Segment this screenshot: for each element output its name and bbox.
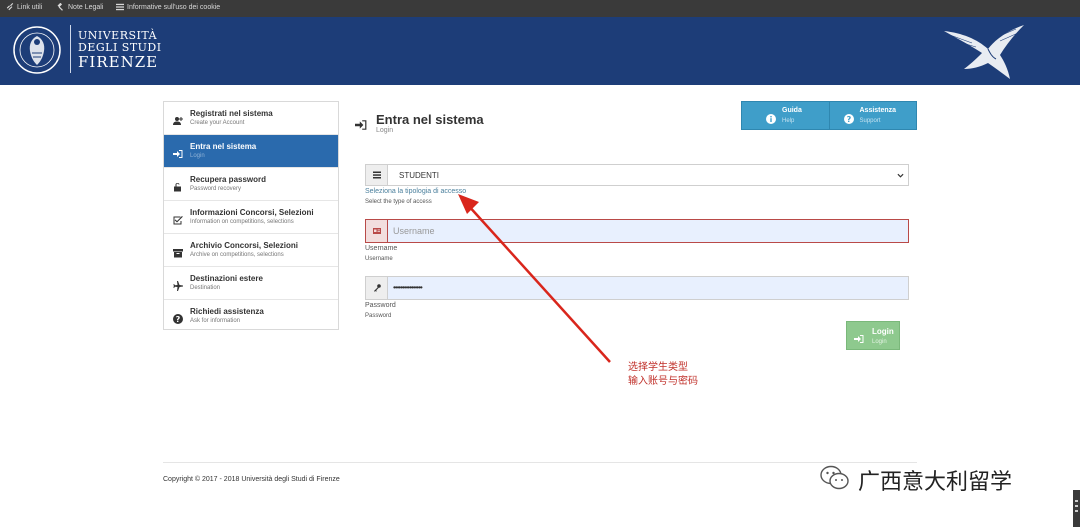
sidebar-item-competitions-info[interactable]: Informazioni Concorsi, Selezioni Informa… — [164, 201, 338, 234]
question-circle-icon: ? — [173, 311, 183, 324]
checkbox-icon — [173, 212, 183, 225]
handle-dot — [1075, 500, 1078, 502]
sidebar-item-login[interactable]: Entra nel sistema Login — [164, 135, 338, 168]
cookie-info-label: Informative sull'uso dei cookie — [127, 3, 221, 11]
access-type-value: STUDENTI — [399, 171, 439, 180]
sign-in-icon — [854, 331, 864, 343]
username-label: Username — [365, 245, 398, 252]
page-title: Entra nel sistema — [376, 112, 484, 127]
university-name[interactable]: UNIVERSITÀ DEGLI STUDI FIRENZE — [78, 30, 162, 70]
note-legali-label: Note Legali — [68, 3, 104, 11]
sign-in-icon — [173, 146, 183, 158]
login-button[interactable]: Login Login — [846, 321, 900, 350]
link-note-legali[interactable]: Note Legali — [57, 3, 103, 11]
assistenza-button[interactable]: ? Assistenza Support — [828, 102, 917, 129]
access-type-hint-en: Select the type of access — [365, 199, 432, 205]
link-utili[interactable]: Link utili — [6, 3, 42, 11]
guida-button[interactable]: Guida Help — [742, 102, 829, 129]
sidebar-item-title: Entra nel sistema — [190, 142, 257, 151]
university-name-line2: DEGLI STUDI — [78, 41, 162, 54]
info-circle-icon — [766, 111, 776, 124]
sidebar-item-title: Destinazioni estere — [190, 274, 263, 283]
username-label-en: Username — [365, 256, 393, 262]
wechat-icon — [820, 465, 849, 490]
guida-sublabel: Help — [782, 118, 795, 124]
sidebar-item-title: Registrati nel sistema — [190, 109, 273, 118]
handle-dot — [1075, 505, 1078, 507]
link-icon — [6, 3, 14, 11]
svg-text:?: ? — [176, 315, 181, 324]
username-field[interactable]: Username — [365, 219, 909, 243]
handle-dot — [1075, 510, 1078, 512]
sidebar-item-destinations[interactable]: Destinazioni estere Destination — [164, 267, 338, 300]
username-addon — [366, 220, 388, 242]
sidebar-item-assistance[interactable]: ? Richiedi assistenza Ask for informatio… — [164, 300, 338, 333]
key-icon — [373, 284, 381, 292]
sidebar-item-register[interactable]: Registrati nel sistema Create your Accou… — [164, 102, 338, 135]
annotation-text-line1: 选择学生类型 — [628, 362, 688, 373]
svg-text:?: ? — [846, 115, 851, 124]
sidebar-item-subtitle: Information on competitions, selections — [190, 219, 294, 225]
sidebar-item-subtitle: Login — [190, 153, 205, 159]
university-name-line3: FIRENZE — [78, 53, 159, 71]
login-button-label: Login — [872, 327, 894, 336]
sidebar-item-subtitle: Destination — [190, 285, 221, 291]
password-label-en: Password — [365, 313, 392, 319]
top-utility-bar: Link utili Note Legali Informative sull'… — [0, 0, 1080, 17]
password-field[interactable]: •••••••••••••••• — [365, 276, 909, 300]
page-subtitle: Login — [376, 127, 394, 134]
password-label: Password — [365, 302, 396, 309]
university-name-line1: UNIVERSITÀ — [78, 29, 158, 42]
sidebar-item-title: Informazioni Concorsi, Selezioni — [190, 208, 314, 217]
sidebar-item-title: Richiedi assistenza — [190, 307, 264, 316]
username-placeholder: Username — [393, 226, 435, 236]
sidebar-item-subtitle: Create your Account — [190, 120, 245, 126]
select-addon — [366, 165, 388, 185]
annotation-arrow — [458, 194, 611, 363]
user-plus-icon — [173, 113, 183, 125]
link-cookie-info[interactable]: Informative sull'uso dei cookie — [116, 3, 220, 11]
sign-in-icon — [355, 118, 367, 130]
question-circle-icon: ? — [843, 111, 854, 124]
sidebar-menu: Registrati nel sistema Create your Accou… — [163, 101, 339, 330]
list-icon — [372, 171, 381, 179]
assistenza-sublabel: Support — [859, 118, 881, 124]
sidebar-item-title: Archivio Concorsi, Selezioni — [190, 241, 299, 250]
sidebar-item-password-recovery[interactable]: Recupera password Password recovery — [164, 168, 338, 201]
list-icon — [116, 3, 124, 11]
watermark-text: 广西意大利留学 — [858, 470, 1013, 495]
chevron-down-icon — [897, 173, 904, 178]
password-addon — [366, 277, 388, 299]
copyright-text: Copyright © 2017 - 2018 Università degli… — [163, 476, 340, 483]
header-divider — [70, 25, 71, 73]
gavel-icon — [57, 3, 63, 11]
access-type-hint: Seleziona la tipologia di accesso — [365, 188, 467, 195]
footer-divider — [163, 462, 917, 463]
sidebar-item-subtitle: Ask for information — [190, 318, 241, 324]
guida-label: Guida — [782, 107, 802, 114]
login-button-sublabel: Login — [872, 339, 887, 345]
sidebar-item-subtitle: Password recovery — [190, 186, 242, 192]
access-type-select[interactable]: STUDENTI — [365, 164, 909, 186]
unlock-icon — [173, 179, 183, 192]
side-widget-handle[interactable] — [1073, 490, 1080, 527]
assistenza-label: Assistenza — [859, 107, 897, 114]
password-value: •••••••••••••••• — [393, 283, 423, 292]
sidebar-item-title: Recupera password — [190, 175, 267, 184]
site-header: UNIVERSITÀ DEGLI STUDI FIRENZE — [0, 17, 1080, 85]
help-button-group: Guida Help ? Assistenza Support — [741, 101, 917, 130]
sidebar-item-competitions-archive[interactable]: Archivio Concorsi, Selezioni Archive on … — [164, 234, 338, 267]
id-card-icon — [372, 228, 381, 234]
plane-icon — [173, 278, 183, 291]
sidebar-item-subtitle: Archive on competitions, selections — [190, 252, 284, 258]
annotation-text-line2: 输入账号与密码 — [628, 376, 698, 387]
archive-icon — [173, 245, 183, 258]
eagle-emblem-icon — [944, 25, 1024, 79]
link-utili-label: Link utili — [17, 3, 43, 11]
university-seal-logo[interactable] — [13, 21, 61, 79]
